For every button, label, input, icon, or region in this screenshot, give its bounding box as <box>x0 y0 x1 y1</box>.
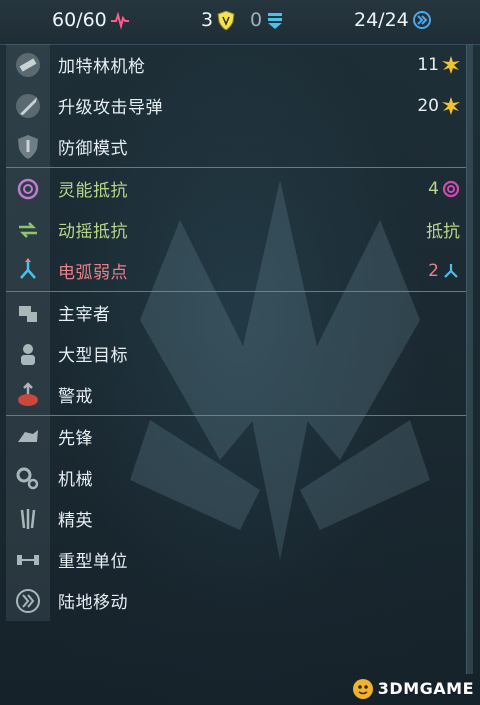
resistance-value: 4 <box>428 168 460 209</box>
weapon-row-gatling[interactable]: 加特林机枪 11 <box>6 44 466 85</box>
watermark-text: 3DMGAME <box>377 678 474 698</box>
defense-icon <box>6 126 50 167</box>
trait-row-ground-move[interactable]: 陆地移动 <box>6 580 466 621</box>
weapon-name: 防御模式 <box>58 139 128 159</box>
arc-triad-icon <box>444 263 458 278</box>
trait-name: 精英 <box>58 511 93 531</box>
health-value: 60/60 <box>52 9 107 31</box>
resistance-amount: 4 <box>428 178 439 199</box>
unit-attribute-list: 加特林机枪 11 升级攻击导弹 20 防御模式 灵能抵抗 4 动摇抵抗 抵抗 电… <box>6 44 466 621</box>
gears-icon <box>6 457 50 498</box>
mascot-logo-icon <box>352 679 373 699</box>
site-watermark: 3DMGAME <box>350 675 474 701</box>
alert-icon <box>6 374 50 415</box>
movement-stat: 24/24 <box>354 9 432 31</box>
burst-icon <box>442 55 460 74</box>
resistance-value: 抵抗 <box>426 209 460 250</box>
movement-icon <box>412 11 431 29</box>
missile-icon <box>6 85 50 126</box>
elite-icon <box>6 498 50 539</box>
weapon-row-missile[interactable]: 升级攻击导弹 20 <box>6 85 466 126</box>
dominator-icon <box>6 292 50 333</box>
heavy-unit-icon <box>6 539 50 580</box>
trait-row-alert[interactable]: 警戒 <box>6 374 466 415</box>
armor-stack-icon <box>268 13 283 29</box>
stats-bar: 60/60 3 0 24/24 <box>0 0 480 45</box>
weapon-damage: 20 <box>417 85 460 126</box>
weapon-damage: 11 <box>417 44 460 85</box>
large-target-icon <box>6 333 50 374</box>
resistance-amount: 抵抗 <box>426 222 460 242</box>
trait-row-heavy-unit[interactable]: 重型单位 <box>6 539 466 580</box>
resistance-name: 动摇抵抗 <box>58 222 128 242</box>
damage-value: 11 <box>417 54 439 75</box>
shield-value: 3 <box>201 9 214 31</box>
resistance-row-psionic[interactable]: 灵能抵抗 4 <box>6 168 466 209</box>
burst-icon <box>442 96 460 115</box>
gatling-icon <box>6 44 50 85</box>
shield-icon <box>217 10 235 31</box>
arc-icon <box>6 250 50 291</box>
weakness-row-arc[interactable]: 电弧弱点 2 <box>6 250 466 291</box>
resistance-name: 灵能抵抗 <box>58 181 128 201</box>
trait-row-large-target[interactable]: 大型目标 <box>6 333 466 374</box>
health-pulse-icon <box>110 11 129 30</box>
trait-name: 大型目标 <box>58 346 128 366</box>
movement-value: 24/24 <box>354 9 409 31</box>
list-scrollbar[interactable] <box>466 44 473 674</box>
weakness-amount: 2 <box>428 260 439 281</box>
vanguard-icon <box>6 416 50 457</box>
damage-value: 20 <box>417 95 439 116</box>
trait-name: 先锋 <box>58 429 93 449</box>
trait-name: 主宰者 <box>58 305 111 325</box>
weakness-name: 电弧弱点 <box>58 263 128 283</box>
stagger-icon <box>6 209 50 250</box>
ground-move-icon <box>6 580 50 621</box>
trait-row-mechanical[interactable]: 机械 <box>6 457 466 498</box>
weapon-name: 加特林机枪 <box>58 57 146 77</box>
trait-name: 机械 <box>58 470 93 490</box>
trait-row-elite[interactable]: 精英 <box>6 498 466 539</box>
weapon-row-defense-mode[interactable]: 防御模式 <box>6 126 466 167</box>
trait-name: 重型单位 <box>58 552 128 572</box>
psionic-icon <box>6 168 50 209</box>
trait-row-vanguard[interactable]: 先锋 <box>6 416 466 457</box>
health-stat: 60/60 <box>52 9 130 31</box>
psionic-swirl-icon <box>442 180 460 197</box>
shield-stat: 3 <box>201 9 236 31</box>
armor-stat: 0 <box>250 9 285 31</box>
weakness-value: 2 <box>428 250 460 291</box>
resistance-row-stagger[interactable]: 动摇抵抗 抵抗 <box>6 209 466 250</box>
armor-value: 0 <box>250 9 263 31</box>
trait-name: 警戒 <box>58 387 93 407</box>
unit-info-panel: 60/60 3 0 24/24 加特林机枪 11 升级攻击导弹 20 防御模式 … <box>0 0 480 705</box>
trait-row-dominator[interactable]: 主宰者 <box>6 292 466 333</box>
weapon-name: 升级攻击导弹 <box>58 98 163 118</box>
trait-name: 陆地移动 <box>58 593 128 613</box>
